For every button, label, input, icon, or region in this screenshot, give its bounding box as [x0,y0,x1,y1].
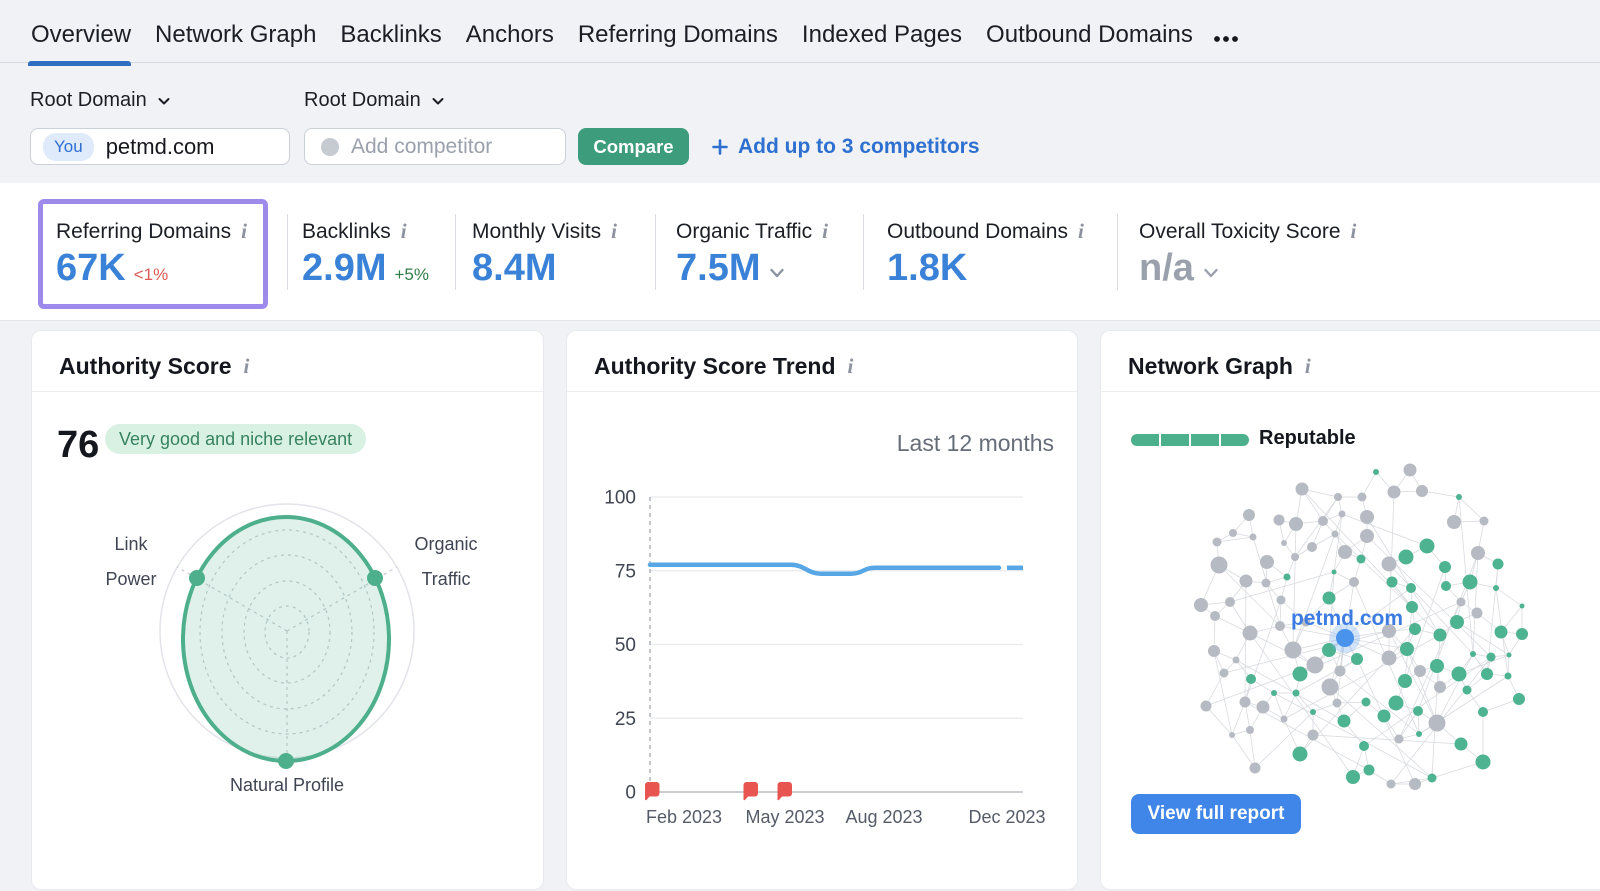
svg-text:petmd.com: petmd.com [1291,607,1403,630]
svg-text:50: 50 [615,635,636,656]
svg-text:May 2023: May 2023 [745,807,824,827]
svg-text:Dec 2023: Dec 2023 [968,807,1045,827]
svg-text:Feb 2023: Feb 2023 [646,807,722,827]
svg-text:100: 100 [604,488,636,509]
svg-text:75: 75 [615,561,636,582]
svg-text:25: 25 [615,709,636,730]
svg-text:Aug 2023: Aug 2023 [845,807,922,827]
svg-text:0: 0 [625,783,636,804]
